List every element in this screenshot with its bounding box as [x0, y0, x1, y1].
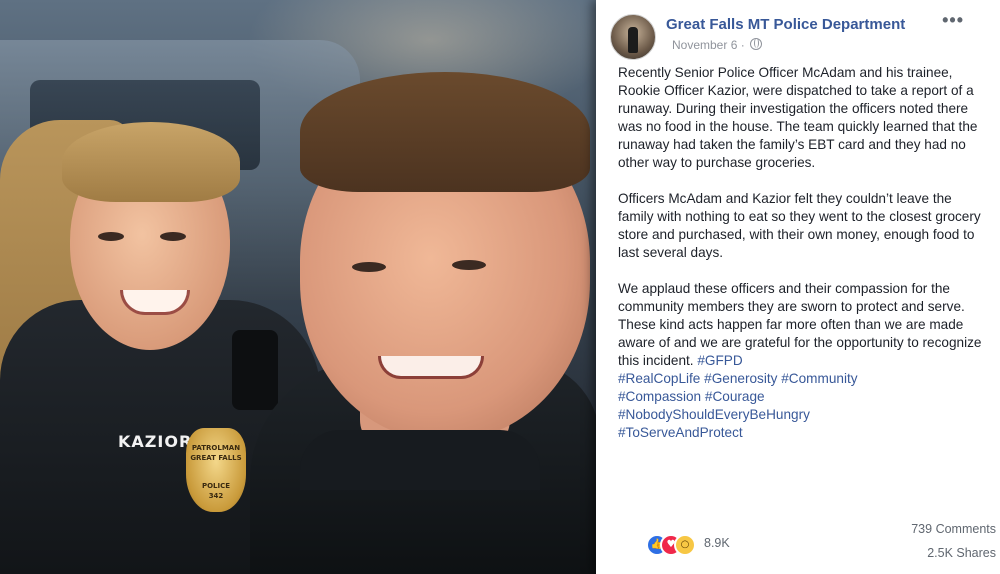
post-paragraph: We applaud these officers and their comp…: [618, 280, 990, 442]
reaction-count[interactable]: 8.9K: [704, 536, 730, 550]
officer-right-collar: [300, 430, 540, 490]
post-photo[interactable]: KAZIOR PATROLMAN GREAT FALLS POLICE 342: [0, 0, 600, 574]
hashtag-link[interactable]: #NobodyShouldEveryBeHungry: [618, 407, 810, 422]
post-footer: 👍 ♥ ○ 8.9K 739 Comments 2.5K Shares: [646, 518, 1000, 574]
shares-count-link[interactable]: 2.5K Shares: [927, 546, 996, 560]
hashtag-link[interactable]: #Courage: [705, 389, 765, 404]
shoulder-radio: [232, 330, 278, 410]
avatar-figure: [628, 27, 638, 53]
officer-right-hair: [300, 72, 590, 192]
facebook-post-card: Great Falls MT Police Department Novembe…: [596, 0, 1000, 574]
hashtag-link[interactable]: #Community: [781, 371, 857, 386]
badge-number: 342: [208, 492, 224, 500]
name-tag: KAZIOR: [118, 432, 193, 451]
officer-right-eye: [452, 260, 486, 270]
post-meta: November 6 ·: [672, 38, 763, 52]
badge-title: PATROLMAN: [191, 444, 241, 452]
post-date[interactable]: November 6: [672, 38, 737, 52]
post-header: Great Falls MT Police Department Novembe…: [610, 10, 990, 60]
post-paragraph-text: We applaud these officers and their comp…: [618, 281, 982, 368]
post-paragraph: Recently Senior Police Officer McAdam an…: [618, 65, 978, 170]
badge-word: POLICE: [201, 482, 231, 490]
officer-left-eye: [98, 232, 124, 241]
globe-icon[interactable]: [750, 38, 763, 50]
hashtag-link[interactable]: #GFPD: [697, 353, 742, 368]
page-name-link[interactable]: Great Falls MT Police Department: [666, 16, 905, 33]
comments-count-link[interactable]: 739 Comments: [911, 522, 996, 536]
wow-icon: ○: [674, 534, 696, 556]
page-avatar[interactable]: [610, 14, 656, 60]
hashtag-link[interactable]: #ToServeAndProtect: [618, 425, 743, 440]
hashtag-link[interactable]: #Generosity: [704, 371, 777, 386]
post-text: Recently Senior Police Officer McAdam an…: [618, 64, 990, 460]
post-paragraph: Officers McAdam and Kazior felt they cou…: [618, 191, 981, 260]
officer-right-smile: [378, 356, 484, 379]
meta-separator: ·: [740, 38, 745, 52]
officer-left-eye: [160, 232, 186, 241]
police-badge: PATROLMAN GREAT FALLS POLICE 342: [186, 428, 246, 512]
hashtag-link[interactable]: #Compassion: [618, 389, 701, 404]
officer-right-eye: [352, 262, 386, 272]
more-options-icon[interactable]: •••: [942, 10, 964, 31]
officer-left-hair-top: [62, 122, 240, 202]
hashtag-link[interactable]: #RealCopLife: [618, 371, 700, 386]
badge-city: GREAT FALLS: [190, 454, 242, 462]
